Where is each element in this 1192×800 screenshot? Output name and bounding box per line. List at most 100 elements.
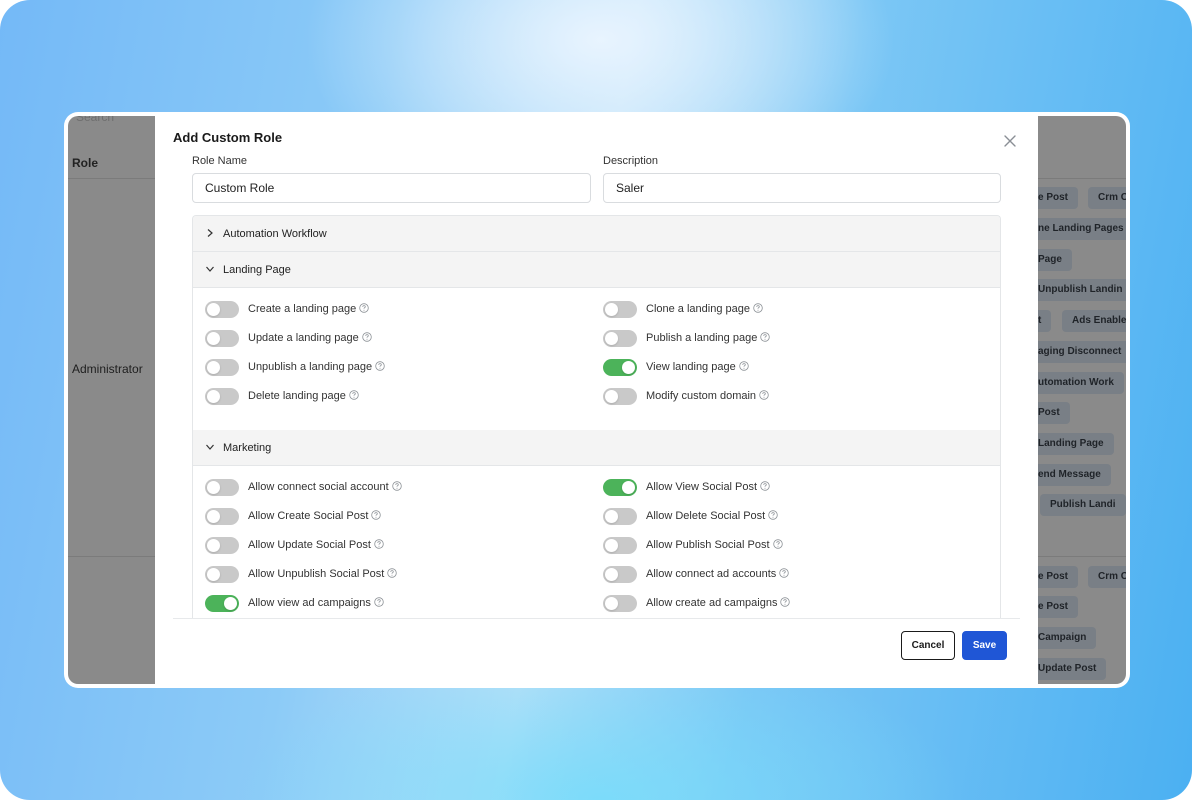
toggle-knob [605,510,618,523]
permission-label-text: Publish a landing page [646,332,758,344]
section-title: Landing Page [223,264,291,276]
toggle-knob [224,597,237,610]
question-circle-icon[interactable] [371,510,382,520]
question-circle-icon[interactable] [780,597,791,607]
permission-tag: Ads Enable [1062,310,1126,332]
permission-toggle[interactable] [603,479,637,496]
section-landing-page[interactable]: Landing Page [193,252,1000,288]
permission-item: Allow View Social Post [603,478,983,498]
toggle-knob [605,390,618,403]
permission-item: View landing page [603,358,983,378]
permission-label: Allow View Social Post [646,481,770,493]
question-circle-icon[interactable] [739,361,749,371]
toggle-knob [207,481,220,494]
permission-item: Update a landing page [205,329,585,349]
section-automation-workflow[interactable]: Automation Workflow [193,216,1000,252]
question-circle-icon[interactable] [359,303,369,313]
permission-label-text: Allow Create Social Post [248,510,369,522]
permission-toggle[interactable] [205,566,239,583]
close-icon[interactable] [1001,132,1019,150]
permission-tag: Crm C [1088,187,1126,209]
permission-label: Allow Create Social Post [248,510,382,522]
permission-tag: Publish Landi [1040,494,1126,516]
permission-sections: Automation Workflow Landing Page Create … [192,215,1001,618]
permission-tag: Update Post [1038,658,1107,680]
permission-toggle[interactable] [603,388,637,405]
section-title: Automation Workflow [223,228,327,240]
permission-toggle[interactable] [603,301,637,318]
permission-label-text: Create a landing page [248,303,357,315]
table-divider [68,178,156,179]
permission-label: Allow Delete Social Post [646,510,778,522]
chevron-right-icon [207,229,213,237]
permission-tag: Landing Page [1038,433,1114,455]
permission-label: Delete landing page [248,390,359,402]
permission-item: Create a landing page [205,300,585,320]
cancel-button[interactable]: Cancel [901,631,955,660]
question-circle-icon[interactable] [374,539,384,549]
toggle-knob [207,568,220,581]
permission-tag: utomation Work [1038,372,1124,394]
description-input[interactable] [603,173,1001,203]
permission-item: Allow view ad campaigns [205,594,585,614]
permission-toggle[interactable] [603,566,637,583]
permission-item: Clone a landing page [603,300,983,320]
dialog-title: Add Custom Role [173,130,283,145]
permission-item: Allow Unpublish Social Post [205,565,585,585]
chevron-down-icon [206,266,214,272]
permission-toggle[interactable] [603,595,637,612]
permission-label-text: Update a landing page [248,332,359,344]
permission-toggle[interactable] [603,359,637,376]
question-circle-icon[interactable] [760,481,770,491]
permission-toggle[interactable] [205,301,239,318]
question-circle-icon[interactable] [779,568,789,578]
permission-label-text: Unpublish a landing page [248,361,373,373]
permission-tag: t [1038,310,1052,332]
permission-toggle[interactable] [603,508,637,525]
question-circle-icon[interactable] [349,390,359,400]
permission-toggle[interactable] [205,359,239,376]
permission-toggle[interactable] [205,508,239,525]
role-column-header: Role [72,156,99,170]
toggle-knob [622,361,635,374]
permission-tag: Page [1038,249,1072,271]
permission-item: Allow Create Social Post [205,507,585,527]
permission-label: Publish a landing page [646,332,771,344]
question-circle-icon[interactable] [768,510,778,520]
permission-label-text: Allow connect social account [248,481,389,493]
question-circle-icon[interactable] [772,539,783,549]
permission-toggle[interactable] [205,595,239,612]
question-circle-icon[interactable] [387,568,398,578]
permission-toggle[interactable] [205,537,239,554]
permission-label-text: Allow connect ad accounts [646,568,777,580]
question-circle-icon[interactable] [391,481,402,491]
permission-tag: end Message [1038,464,1111,486]
permission-toggle[interactable] [205,479,239,496]
toggle-knob [605,539,618,552]
permission-label: Clone a landing page [646,303,763,315]
permission-item: Allow connect ad accounts [603,565,983,585]
question-circle-icon[interactable] [760,332,771,342]
permission-label-text: Allow Update Social Post [248,539,371,551]
permission-tag: e Post [1038,187,1079,209]
question-circle-icon[interactable] [375,361,385,371]
role-name-input[interactable] [192,173,591,203]
permission-label-text: View landing page [646,361,736,373]
permission-label-text: Allow Delete Social Post [646,510,766,522]
permission-toggle[interactable] [603,330,637,347]
permission-toggle[interactable] [603,537,637,554]
permission-tag: e Post [1038,566,1079,588]
permission-label-text: Allow create ad campaigns [646,597,778,609]
permission-toggle[interactable] [205,330,239,347]
permission-label-text: Allow view ad campaigns [248,597,371,609]
question-circle-icon[interactable] [362,332,372,342]
permission-tag: Campaign [1038,627,1097,649]
save-button[interactable]: Save [962,631,1007,660]
permission-item: Allow Publish Social Post [603,536,983,556]
question-circle-icon[interactable] [759,390,769,400]
question-circle-icon[interactable] [753,303,763,313]
permission-item: Delete landing page [205,387,585,407]
section-marketing[interactable]: Marketing [193,430,1000,466]
permission-toggle[interactable] [205,388,239,405]
question-circle-icon[interactable] [374,597,384,607]
